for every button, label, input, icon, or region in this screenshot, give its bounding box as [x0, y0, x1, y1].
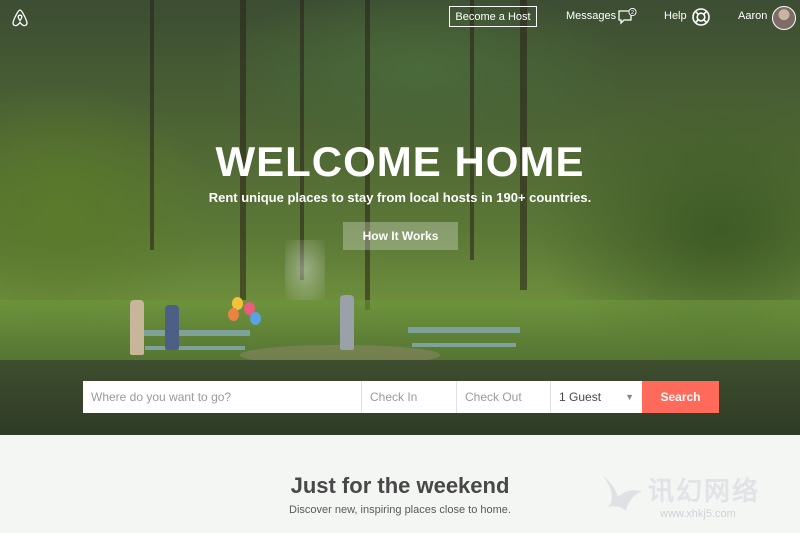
help-lifebuoy-icon[interactable]	[691, 7, 711, 27]
become-host-button[interactable]: Become a Host	[449, 6, 537, 27]
help-link[interactable]: Help	[664, 10, 687, 22]
user-menu-name[interactable]: Aaron	[738, 10, 767, 22]
hero-title: WELCOME HOME	[215, 138, 585, 185]
top-nav: Become a Host Messages 2 Help Aaron	[0, 0, 800, 36]
check-out-input[interactable]: Check Out	[457, 381, 551, 413]
messages-link[interactable]: Messages	[566, 10, 616, 22]
search-bar: Where do you want to go? Check In Check …	[83, 381, 719, 413]
watermark-text: 讯幻网络	[648, 477, 761, 507]
chevron-down-icon: ▼	[625, 392, 634, 402]
check-in-input[interactable]: Check In	[362, 381, 457, 413]
bird-watermark-icon	[602, 475, 642, 511]
messages-icon[interactable]: 2	[617, 8, 637, 26]
search-button[interactable]: Search	[642, 381, 719, 413]
avatar[interactable]	[772, 6, 796, 30]
messages-count-badge: 2	[631, 10, 634, 16]
hero-subtitle: Rent unique places to stay from local ho…	[208, 190, 592, 205]
watermark-url: www.xhkj5.com	[660, 508, 736, 520]
watermark: 讯幻网络 www.xhkj5.com	[598, 467, 798, 527]
guests-value: 1 Guest	[559, 390, 602, 404]
hero-image	[0, 0, 800, 435]
guests-select[interactable]: 1 Guest ▼	[551, 381, 642, 413]
airbnb-logo-icon[interactable]	[10, 8, 30, 28]
where-input[interactable]: Where do you want to go?	[83, 381, 362, 413]
how-it-works-button[interactable]: How It Works	[343, 222, 458, 250]
